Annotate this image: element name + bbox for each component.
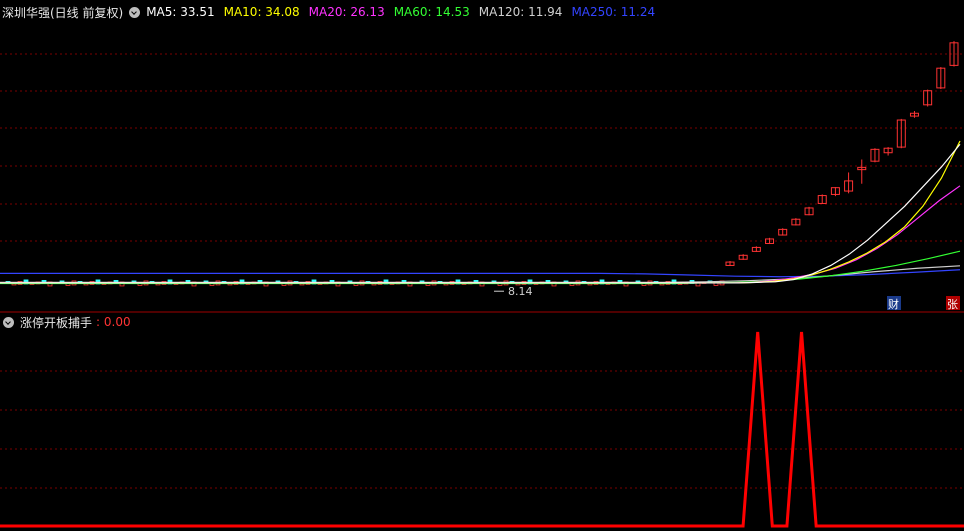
ma-line-ma10 [0,140,961,284]
indicator-title: 涨停开板捕手 [20,315,93,330]
ma120-label: MA120: 11.94 [478,5,563,19]
chevron-down-icon[interactable] [3,316,14,328]
zhang-badge: 张 [947,298,958,311]
chevron-down-icon[interactable] [129,6,141,18]
cai-badge: 财 [888,297,899,311]
stock-title: 深圳华强(日线 前复权) [2,5,124,20]
indicator-value: : 0.00 [96,315,131,329]
ma10-label: MA10: 34.08 [223,5,300,19]
ma20-label: MA20: 26.13 [308,5,385,19]
main-price-panel[interactable]: 8.14 财 张 [0,0,964,531]
low-marker-label: 8.14 [508,285,533,298]
ma5-label: MA5: 33.51 [146,5,215,19]
ma-line-ma5 [0,143,961,284]
ma-line-ma20 [0,185,961,284]
sub-panel-header: 涨停开板捕手 : 0.00 [2,314,131,330]
main-panel-header: 深圳华强(日线 前复权) MA5: 33.51 MA10: 34.08 MA20… [2,4,664,20]
stock-chart-window[interactable]: 8.14 财 张 深圳华强(日线 前复权) MA5: 33.51 MA10: 34.… [0,0,964,531]
signal-line [0,331,964,528]
ma-line-ma60 [0,250,961,285]
ma60-label: MA60: 14.53 [393,5,470,19]
ma250-label: MA250: 11.24 [571,5,656,19]
